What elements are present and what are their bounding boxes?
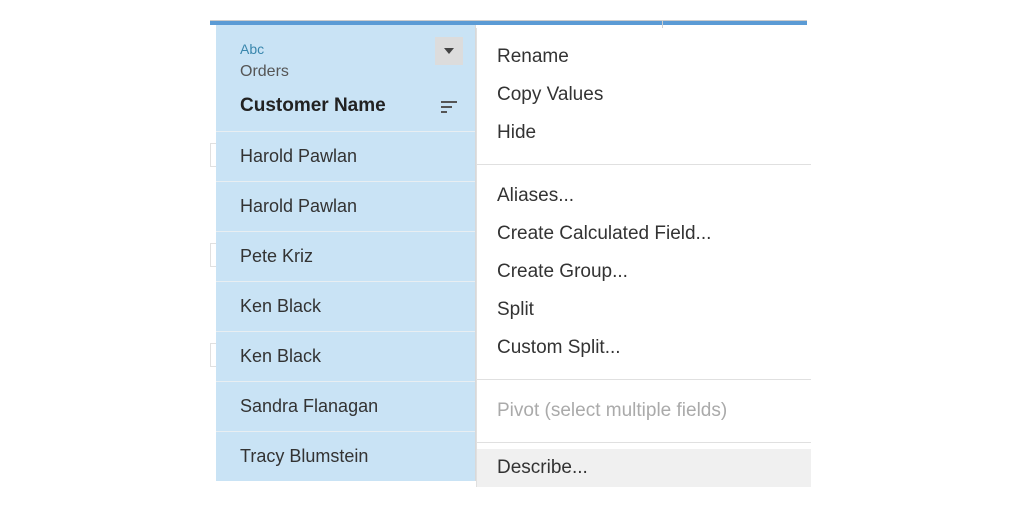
column-menu-button[interactable] [435,37,463,65]
menu-separator [477,442,811,443]
data-rows: Harold Pawlan Harold Pawlan Pete Kriz Ke… [216,131,475,481]
table-row[interactable]: Pete Kriz [216,231,475,281]
row-handle [210,243,216,267]
row-handle [210,343,216,367]
menu-aliases[interactable]: Aliases... [477,177,811,215]
table-row[interactable]: Harold Pawlan [216,131,475,181]
chevron-down-icon [444,48,454,54]
menu-split[interactable]: Split [477,291,811,329]
menu-create-calculated-field[interactable]: Create Calculated Field... [477,215,811,253]
field-name-label: Customer Name [240,95,386,117]
menu-group: Describe... [477,445,811,487]
field-type-label: Abc [240,41,455,57]
menu-group: Rename Copy Values Hide [477,28,811,162]
table-row[interactable]: Harold Pawlan [216,181,475,231]
column-header[interactable]: Abc Orders Customer Name [216,25,475,131]
menu-group: Pivot (select multiple fields) [477,382,811,440]
menu-rename[interactable]: Rename [477,38,811,76]
table-row[interactable]: Ken Black [216,281,475,331]
menu-describe[interactable]: Describe... [477,449,811,487]
table-row[interactable]: Sandra Flanagan [216,381,475,431]
data-column: Abc Orders Customer Name Harold Pawlan H… [216,25,476,481]
row-handle [210,143,216,167]
menu-hide[interactable]: Hide [477,114,811,152]
menu-group: Aliases... Create Calculated Field... Cr… [477,167,811,377]
menu-custom-split[interactable]: Custom Split... [477,329,811,367]
sort-icon[interactable] [441,101,457,115]
context-menu: Rename Copy Values Hide Aliases... Creat… [476,28,811,487]
menu-copy-values[interactable]: Copy Values [477,76,811,114]
table-name-label: Orders [240,63,455,81]
table-row[interactable]: Ken Black [216,331,475,381]
table-row[interactable]: Tracy Blumstein [216,431,475,481]
menu-pivot: Pivot (select multiple fields) [477,392,811,430]
menu-create-group[interactable]: Create Group... [477,253,811,291]
menu-separator [477,379,811,380]
menu-separator [477,164,811,165]
